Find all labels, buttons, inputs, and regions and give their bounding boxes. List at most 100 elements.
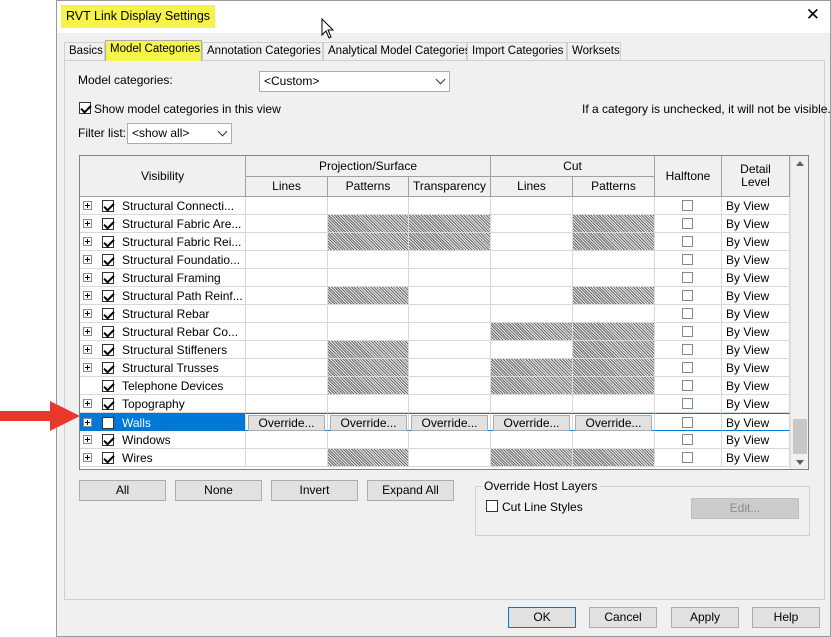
table-row[interactable]: Structural Connecti... By View	[80, 197, 790, 215]
halftone-checkbox[interactable]	[682, 362, 693, 373]
detail-level-cell[interactable]: By View	[722, 269, 790, 287]
table-row[interactable]: Structural Fabric Are... By View	[80, 215, 790, 233]
all-button[interactable]: All	[79, 480, 166, 501]
scroll-down-icon[interactable]	[796, 460, 804, 465]
close-icon[interactable]: ✕	[806, 6, 820, 24]
detail-level-cell[interactable]: By View	[722, 197, 790, 215]
category-visibility-checkbox[interactable]	[102, 452, 114, 464]
halftone-checkbox[interactable]	[682, 344, 693, 355]
proj-patterns-override-button[interactable]: Override...	[330, 415, 407, 431]
expand-plus-icon[interactable]	[83, 291, 92, 300]
invert-button[interactable]: Invert	[271, 480, 358, 501]
filter-list-dropdown[interactable]: <show all>	[127, 123, 232, 144]
cancel-button[interactable]: Cancel	[589, 607, 657, 628]
edit-button[interactable]: Edit...	[691, 498, 799, 519]
tab-basics[interactable]: Basics	[64, 42, 105, 60]
category-visibility-checkbox[interactable]	[102, 362, 114, 374]
table-row[interactable]: Wires By View	[80, 449, 790, 467]
halftone-checkbox[interactable]	[682, 308, 693, 319]
cut-lines-override-button[interactable]: Override...	[493, 415, 570, 431]
tab-import-categories[interactable]: Import Categories	[467, 42, 567, 60]
expand-plus-icon[interactable]	[83, 309, 92, 318]
detail-level-cell[interactable]: By View	[722, 323, 790, 341]
expand-all-button[interactable]: Expand All	[367, 480, 454, 501]
ok-button[interactable]: OK	[508, 607, 576, 628]
expand-plus-icon[interactable]	[83, 418, 92, 427]
category-visibility-checkbox[interactable]	[102, 344, 114, 356]
detail-level-cell[interactable]: By View	[722, 251, 790, 269]
category-visibility-checkbox[interactable]	[102, 380, 114, 392]
halftone-checkbox[interactable]	[682, 417, 693, 428]
expand-plus-icon[interactable]	[83, 201, 92, 210]
category-visibility-checkbox[interactable]	[102, 290, 114, 302]
tab-worksets[interactable]: Worksets	[567, 42, 621, 60]
halftone-checkbox[interactable]	[682, 380, 693, 391]
detail-level-cell[interactable]: By View	[722, 341, 790, 359]
category-visibility-checkbox[interactable]	[102, 200, 114, 212]
halftone-checkbox[interactable]	[682, 290, 693, 301]
table-row[interactable]: Structural Framing By View	[80, 269, 790, 287]
detail-level-cell[interactable]: By View	[722, 233, 790, 251]
halftone-checkbox[interactable]	[682, 398, 693, 409]
proj-lines-override-button[interactable]: Override...	[248, 415, 325, 431]
category-visibility-checkbox[interactable]	[102, 417, 114, 429]
table-row[interactable]: Structural Foundatio... By View	[80, 251, 790, 269]
table-row[interactable]: Topography By View	[80, 395, 790, 413]
halftone-checkbox[interactable]	[682, 272, 693, 283]
halftone-checkbox[interactable]	[682, 434, 693, 445]
expand-plus-icon[interactable]	[83, 435, 92, 444]
detail-level-cell[interactable]: By View	[722, 395, 790, 413]
cut-patterns-override-button[interactable]: Override...	[575, 415, 652, 431]
halftone-checkbox[interactable]	[682, 218, 693, 229]
table-row[interactable]: Telephone Devices By View	[80, 377, 790, 395]
expand-plus-icon[interactable]	[83, 327, 92, 336]
halftone-checkbox[interactable]	[682, 200, 693, 211]
expand-plus-icon[interactable]	[83, 237, 92, 246]
halftone-checkbox[interactable]	[682, 254, 693, 265]
cut-line-styles-checkbox[interactable]	[486, 500, 498, 512]
detail-level-cell[interactable]: By View	[722, 215, 790, 233]
none-button[interactable]: None	[175, 480, 262, 501]
detail-level-cell[interactable]: By View	[722, 449, 790, 467]
detail-level-cell[interactable]: By View	[722, 377, 790, 395]
expand-plus-icon[interactable]	[83, 453, 92, 462]
category-visibility-checkbox[interactable]	[102, 218, 114, 230]
table-row[interactable]: Structural Trusses By View	[80, 359, 790, 377]
table-row[interactable]: Structural Path Reinf... By View	[80, 287, 790, 305]
apply-button[interactable]: Apply	[671, 607, 739, 628]
halftone-checkbox[interactable]	[682, 236, 693, 247]
table-row[interactable]: Structural Rebar Co... By View	[80, 323, 790, 341]
table-row[interactable]: Structural Rebar By View	[80, 305, 790, 323]
tab-annotation-categories[interactable]: Annotation Categories	[202, 42, 323, 60]
expand-plus-icon[interactable]	[83, 363, 92, 372]
expand-plus-icon[interactable]	[83, 255, 92, 264]
category-visibility-checkbox[interactable]	[102, 236, 114, 248]
category-visibility-checkbox[interactable]	[102, 272, 114, 284]
detail-level-cell[interactable]: By View	[722, 359, 790, 377]
model-categories-dropdown[interactable]: <Custom>	[259, 71, 450, 92]
expand-plus-icon[interactable]	[83, 273, 92, 282]
show-model-categories-checkbox[interactable]	[79, 102, 91, 114]
scroll-thumb[interactable]	[793, 419, 807, 454]
help-button[interactable]: Help	[752, 607, 820, 628]
tab-analytical-model-categories[interactable]: Analytical Model Categories	[323, 42, 471, 60]
category-visibility-checkbox[interactable]	[102, 254, 114, 266]
detail-level-cell[interactable]: By View	[722, 413, 790, 431]
halftone-checkbox[interactable]	[682, 326, 693, 337]
category-visibility-checkbox[interactable]	[102, 308, 114, 320]
expand-plus-icon[interactable]	[83, 399, 92, 408]
scroll-up-icon[interactable]	[796, 161, 804, 166]
table-row[interactable]: Windows By View	[80, 431, 790, 449]
detail-level-cell[interactable]: By View	[722, 431, 790, 449]
transparency-override-button[interactable]: Override...	[411, 415, 488, 431]
category-visibility-checkbox[interactable]	[102, 398, 114, 410]
table-row[interactable]: Walls Override... Override... Override... Ov…	[80, 413, 790, 431]
halftone-checkbox[interactable]	[682, 452, 693, 463]
detail-level-cell[interactable]: By View	[722, 305, 790, 323]
expand-plus-icon[interactable]	[83, 219, 92, 228]
detail-level-cell[interactable]: By View	[722, 287, 790, 305]
table-row[interactable]: Structural Fabric Rei... By View	[80, 233, 790, 251]
tab-model-categories[interactable]: Model Categories	[105, 40, 202, 61]
table-row[interactable]: Structural Stiffeners By View	[80, 341, 790, 359]
category-visibility-checkbox[interactable]	[102, 326, 114, 338]
